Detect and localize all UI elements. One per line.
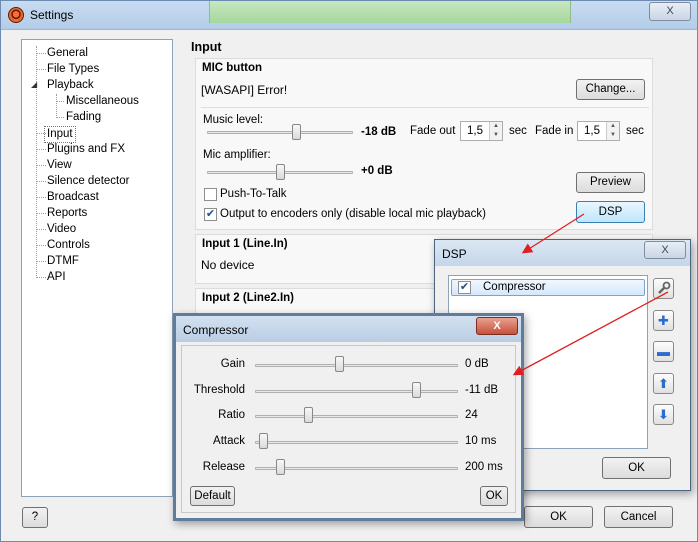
preview-button[interactable]: Preview [576,172,645,193]
cancel-button[interactable]: Cancel [604,506,673,528]
gain-label: Gain [220,358,245,370]
title-bar: Settings X [1,1,697,30]
dsp-button[interactable]: DSP [576,201,645,223]
threshold-value: -11 dB [465,384,499,396]
gain-value: 0 dB [465,358,489,370]
tree-item-general[interactable]: General [47,46,88,61]
compressor-checkbox[interactable]: ✔ [458,281,471,294]
tree-item-input[interactable]: Input [44,126,76,143]
page-title: Input [191,40,222,54]
compressor-ok-button[interactable]: OK [480,486,508,506]
music-level-label: Music level: [203,114,264,126]
tree-item-playback[interactable]: Playback [47,78,94,93]
fade-in-value: 1,5 [584,125,600,137]
threshold-slider[interactable] [412,382,422,398]
plus-icon[interactable]: ✚ [653,310,674,331]
tree-item-controls[interactable]: Controls [47,238,90,253]
change-button[interactable]: Change... [576,79,645,100]
help-button[interactable]: ? [22,507,48,528]
close-icon[interactable]: X [476,317,518,335]
fade-out-unit: sec [509,125,527,137]
fade-out-value: 1,5 [467,125,483,137]
threshold-label: Threshold [193,384,245,396]
dsp-ok-button[interactable]: OK [602,457,671,479]
tree-item-miscellaneous[interactable]: Miscellaneous [66,94,139,109]
up-arrow-icon[interactable]: ⬆ [653,373,674,394]
background-window-strip [209,1,571,23]
attack-label: Attack [213,435,245,447]
spin-up-icon[interactable]: ▲ [489,122,502,131]
mic-amp-value: +0 dB [361,165,393,177]
mic-amp-slider[interactable] [275,164,285,180]
music-level-track [207,131,353,134]
ok-button[interactable]: OK [524,506,593,528]
output-encoders-label: Output to encoders only (disable local m… [220,208,486,220]
compressor-dialog-title: Compressor [183,323,249,337]
list-item[interactable]: ✔ Compressor [451,279,645,296]
input1-device: No device [201,258,255,272]
spin-up-icon[interactable]: ▲ [606,122,619,131]
divider [201,107,649,108]
tree-item-view[interactable]: View [47,158,72,173]
attack-value: 10 ms [465,435,497,447]
release-value: 200 ms [465,461,503,473]
push-to-talk-checkbox[interactable] [204,188,217,201]
tree-item-silence-detector[interactable]: Silence detector [47,174,129,189]
fade-in-label: Fade in [535,125,574,137]
tree-item-fading[interactable]: Fading [66,110,101,125]
tree-item-plugins-fx[interactable]: Plugins and FX [47,142,125,157]
fade-out-spinner[interactable]: 1,5 ▲ ▼ [460,121,503,141]
tree-item-file-types[interactable]: File Types [47,62,99,77]
input2-title: Input 2 (Line2.In) [202,292,294,304]
tree-item-video[interactable]: Video [47,222,76,237]
window-title: Settings [30,8,74,22]
output-encoders-checkbox[interactable]: ✔ [204,208,217,221]
music-level-value: -18 dB [361,126,397,138]
ratio-label: Ratio [218,409,245,421]
tree-guide-line [56,94,57,118]
wrench-icon[interactable] [653,278,674,299]
app-icon [8,7,24,23]
dsp-item-label: Compressor [483,281,546,293]
music-level-slider[interactable] [291,124,301,140]
minus-icon[interactable]: ▬ [653,341,674,362]
spin-down-icon[interactable]: ▼ [489,131,502,140]
ratio-slider[interactable] [303,407,313,423]
tree-item-api[interactable]: API [47,270,66,285]
mic-group-title: MIC button [202,62,263,74]
fade-out-label: Fade out [410,125,456,137]
tree-item-dtmf[interactable]: DTMF [47,254,79,269]
down-arrow-icon[interactable]: ⬇ [653,404,674,425]
fade-in-spinner[interactable]: 1,5 ▲ ▼ [577,121,620,141]
close-icon[interactable]: X [649,2,691,21]
tree-item-reports[interactable]: Reports [47,206,87,221]
close-icon[interactable]: X [644,241,686,259]
ratio-value: 24 [465,409,478,421]
gain-slider[interactable] [334,356,344,372]
attack-slider[interactable] [258,433,268,449]
dsp-dialog-title: DSP [442,247,467,261]
mic-device-label: [WASAPI] Error! [201,83,288,97]
fade-in-unit: sec [626,125,644,137]
settings-tree[interactable]: ◢ General File Types Playback Miscellane… [21,39,173,497]
mic-amp-label: Mic amplifier: [203,149,271,161]
push-to-talk-label: Push-To-Talk [220,188,287,200]
release-label: Release [202,461,245,473]
default-button[interactable]: Default [190,486,235,506]
expand-triangle-icon[interactable]: ◢ [31,80,37,89]
tree-item-broadcast[interactable]: Broadcast [47,190,99,205]
input1-title: Input 1 (Line.In) [202,238,288,250]
release-slider[interactable] [276,459,286,475]
compressor-dialog: Compressor X Gain 0 dB Threshold -11 dB … [173,313,524,521]
spin-down-icon[interactable]: ▼ [606,131,619,140]
